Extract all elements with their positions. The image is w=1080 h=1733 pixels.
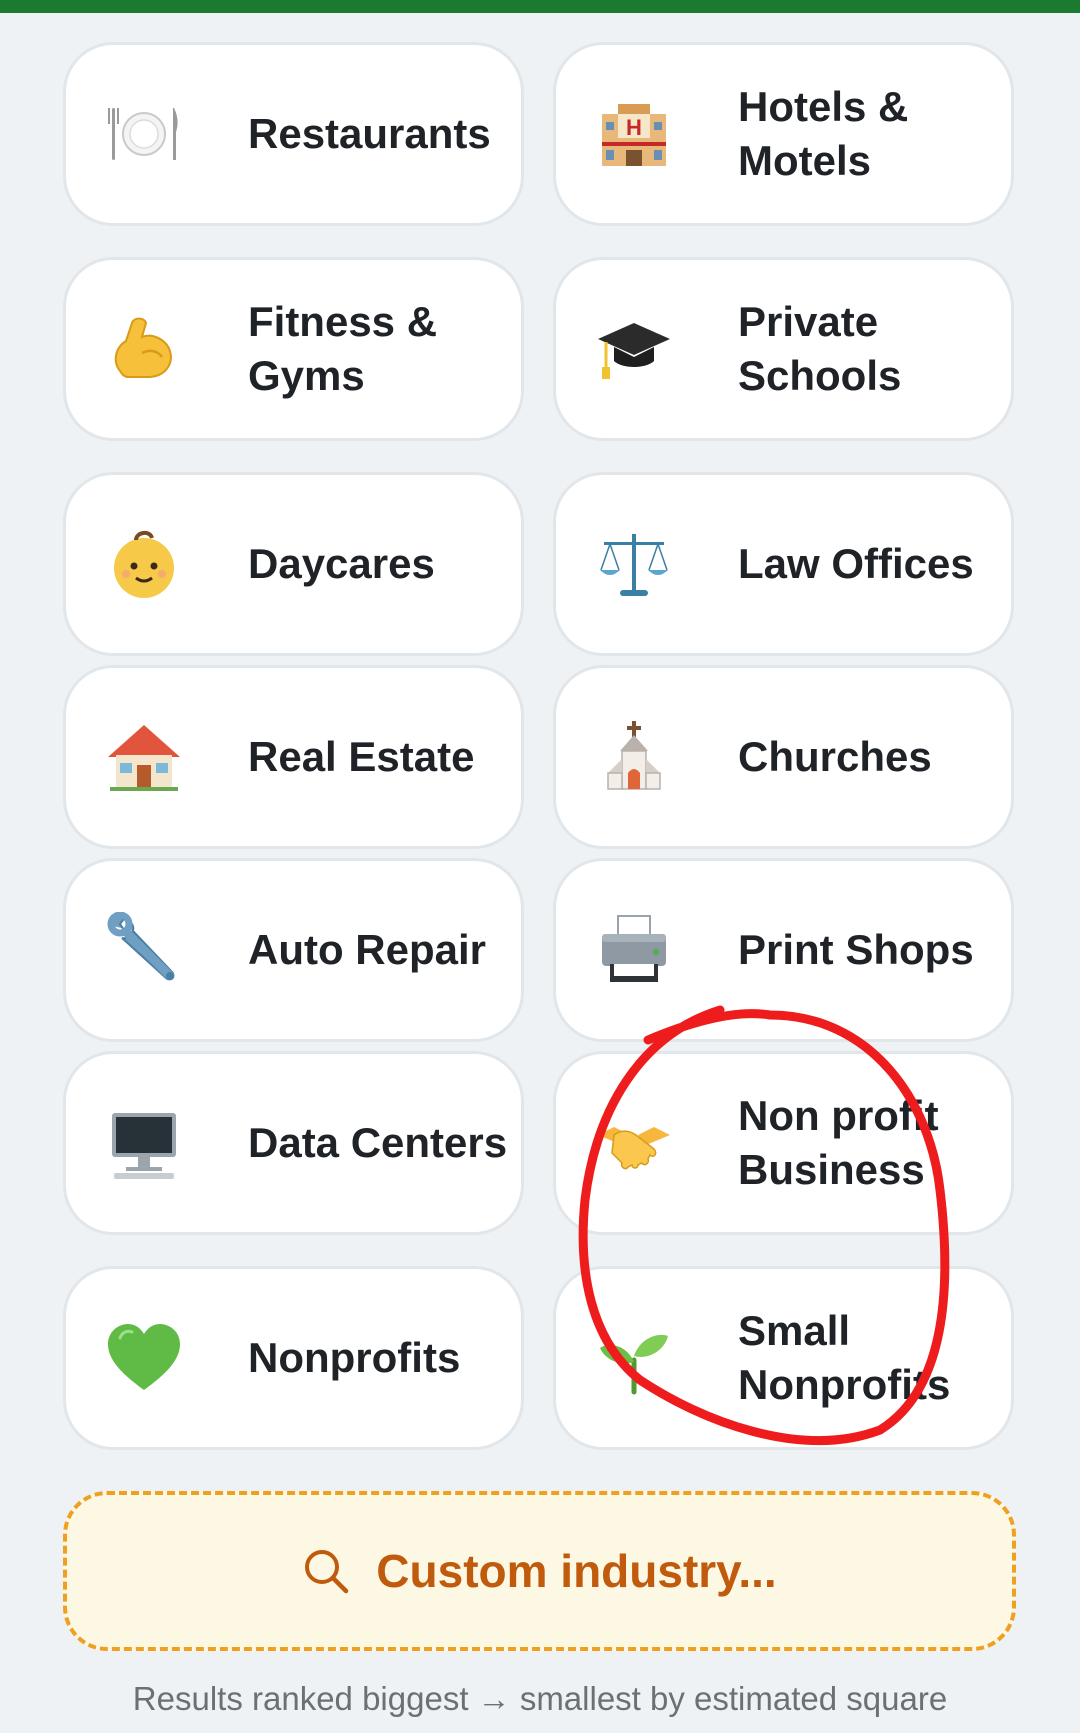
handshake-icon [596,1105,672,1181]
top-accent-bar [0,0,1080,13]
industry-label: Hotels & Motels [738,83,909,184]
custom-industry-button[interactable]: Custom industry... [63,1491,1016,1651]
industry-label: Data Centers [248,1119,508,1166]
industry-label: Auto Repair [248,926,487,973]
industry-card-law-offices[interactable]: Law Offices [553,472,1014,656]
wrench-icon [106,912,182,988]
balance-scale-icon [596,526,672,602]
industry-label: Nonprofits [248,1334,461,1381]
industry-card-daycares[interactable]: Daycares [63,472,524,656]
baby-icon [106,526,182,602]
industry-label: Churches [738,733,932,780]
industry-label: Print Shops [738,926,974,973]
industry-label: Real Estate [248,733,475,780]
printer-icon [596,912,672,988]
industry-card-hotels-motels[interactable]: H Hotels & Motels [553,42,1014,226]
industry-card-private-schools[interactable]: Private Schools [553,257,1014,441]
graduation-cap-icon [596,311,672,387]
industry-card-real-estate[interactable]: Real Estate [63,665,524,849]
custom-industry-label: Custom industry... [376,1545,777,1597]
industry-card-fitness-gyms[interactable]: Fitness & Gyms [63,257,524,441]
industry-card-restaurants[interactable]: Restaurants [63,42,524,226]
industry-label: Law Offices [738,540,974,587]
seedling-icon [596,1320,672,1396]
industry-card-data-centers[interactable]: Data Centers [63,1051,524,1235]
green-heart-icon [106,1320,182,1396]
flexed-biceps-icon [106,311,182,387]
industry-card-small-nonprofits[interactable]: Small Nonprofits [553,1266,1014,1450]
industry-label: Private Schools [738,298,902,399]
industry-label: Non profit Business [738,1092,939,1193]
fork-knife-plate-icon [106,96,182,172]
industry-card-print-shops[interactable]: Print Shops [553,858,1014,1042]
results-ranking-note: Results ranked biggest → smallest by est… [132,1680,948,1717]
industry-card-auto-repair[interactable]: Auto Repair [63,858,524,1042]
industry-card-churches[interactable]: Churches [553,665,1014,849]
industry-card-nonprofits[interactable]: Nonprofits [63,1266,524,1450]
industry-card-non-profit-business[interactable]: Non profit Business [553,1051,1014,1235]
desktop-computer-icon [106,1105,182,1181]
industry-label: Small Nonprofits [738,1307,951,1408]
industry-label: Restaurants [248,110,491,157]
hotel-icon: H [596,96,672,172]
svg-text:H: H [626,115,642,140]
search-icon [302,1547,350,1595]
industry-label: Daycares [248,540,435,587]
house-icon [106,719,182,795]
church-icon [596,719,672,795]
industry-label: Fitness & Gyms [248,298,438,399]
